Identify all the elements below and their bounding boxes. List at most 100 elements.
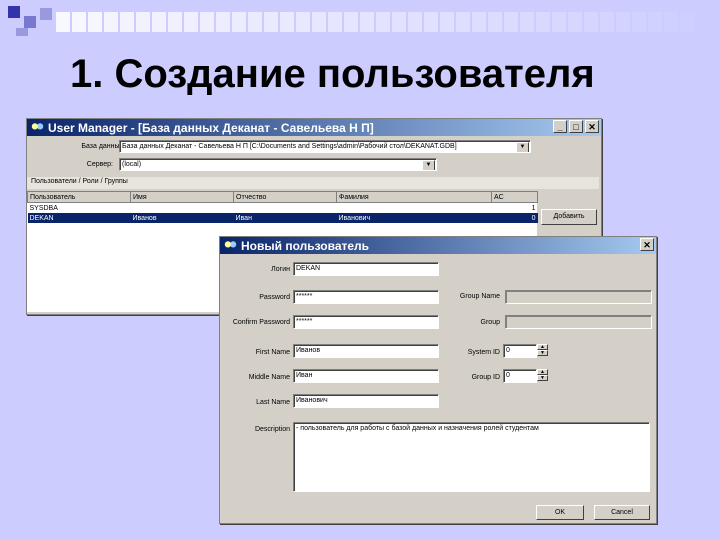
main-window-titlebar[interactable]: User Manager - [База данных Деканат - Са… <box>27 119 601 136</box>
system-id-spinner[interactable]: ▲ ▼ <box>537 344 548 357</box>
deco-stripe <box>424 12 438 32</box>
confirm-password-field[interactable]: ****** <box>293 315 439 329</box>
grid-header-row: Пользователь Имя Отчество Фамилия AC <box>27 191 538 203</box>
deco-stripe <box>440 12 454 32</box>
deco-stripe <box>408 12 422 32</box>
cell: SYSDBA <box>29 204 58 212</box>
cell: Иван <box>233 213 337 223</box>
dialog-close-button[interactable]: ✕ <box>640 238 654 251</box>
deco-stripe <box>72 12 86 32</box>
column-header[interactable]: Имя <box>130 191 234 203</box>
cell <box>337 203 492 214</box>
description-field[interactable]: - пользователь для работы с базой данных… <box>293 422 650 492</box>
cancel-button[interactable]: Cancel <box>594 505 650 520</box>
deco-stripe <box>680 12 694 32</box>
deco-stripe <box>584 12 598 32</box>
deco-stripe <box>312 12 326 32</box>
middle-name-field[interactable]: Иван <box>293 369 439 383</box>
deco-stripe <box>184 12 198 32</box>
table-row[interactable]: SYSDBA 1 <box>28 203 538 214</box>
maximize-button[interactable]: □ <box>569 120 583 133</box>
cell: Иванович <box>336 213 492 223</box>
group-id-spinner[interactable]: ▲ ▼ <box>537 369 548 382</box>
column-header[interactable]: Фамилия <box>336 191 492 203</box>
cell <box>234 203 337 214</box>
db-select[interactable]: База данных Деканат - Савельева Н П [C:\… <box>119 140 531 153</box>
column-header[interactable]: Отчество <box>233 191 337 203</box>
table-row-selected[interactable]: DEKAN Иванов Иван Иванович 0 <box>27 213 538 223</box>
deco-stripe <box>472 12 486 32</box>
tab-users[interactable]: Пользователи / Роли / Группы <box>31 178 128 185</box>
login-label: Логин <box>271 266 290 273</box>
deco-stripe <box>280 12 294 32</box>
ok-button[interactable]: OK <box>536 505 584 520</box>
close-button[interactable]: ✕ <box>585 120 599 133</box>
deco-stripe <box>600 12 614 32</box>
deco-stripe <box>104 12 118 32</box>
chevron-down-icon[interactable]: ▼ <box>422 160 435 170</box>
group-id-field[interactable]: 0 <box>503 369 537 383</box>
dialog-titlebar[interactable]: Новый пользователь ✕ <box>220 237 656 254</box>
deco-stripe <box>520 12 534 32</box>
login-field[interactable]: DEKAN <box>293 262 439 276</box>
system-id-label: System ID <box>467 349 500 356</box>
system-id-field[interactable]: 0 <box>503 344 537 358</box>
group-field <box>505 315 652 329</box>
group-name-label: Group Name <box>459 293 500 300</box>
deco-stripe <box>168 12 182 32</box>
cell: DEKAN <box>27 213 131 223</box>
last-name-field[interactable]: Иванович <box>293 394 439 408</box>
deco-stripe <box>536 12 550 32</box>
new-user-dialog: Новый пользователь ✕ Логин DEKAN Passwor… <box>219 236 657 524</box>
chevron-down-icon[interactable]: ▼ <box>516 142 529 152</box>
deco-stripe <box>648 12 662 32</box>
deco-stripe <box>568 12 582 32</box>
db-label: База данных: <box>81 143 125 150</box>
deco-stripe <box>88 12 102 32</box>
deco-stripe <box>200 12 214 32</box>
add-user-button[interactable]: Добавить <box>541 209 597 225</box>
last-name-label: Last Name <box>256 399 290 406</box>
decorative-squares <box>8 6 694 36</box>
deco-stripe <box>376 12 390 32</box>
deco-stripe <box>392 12 406 32</box>
deco-stripe <box>296 12 310 32</box>
deco-stripe <box>264 12 278 32</box>
password-label: Password <box>259 294 290 301</box>
deco-stripe <box>56 12 70 32</box>
deco-stripe <box>344 12 358 32</box>
deco-stripe <box>232 12 246 32</box>
group-id-label: Group ID <box>471 374 500 381</box>
server-select[interactable]: (local) ▼ <box>119 158 437 171</box>
deco-stripe <box>552 12 566 32</box>
server-label: Сервер: <box>86 161 113 168</box>
deco-stripe <box>360 12 374 32</box>
column-header[interactable]: Пользователь <box>27 191 131 203</box>
middle-name-label: Middle Name <box>248 374 290 381</box>
first-name-label: First Name <box>255 349 290 356</box>
server-select-value: (local) <box>122 161 142 168</box>
cell: Иванов <box>130 213 234 223</box>
description-label: Description <box>254 426 290 433</box>
deco-stripe <box>488 12 502 32</box>
group-label: Group <box>480 319 500 326</box>
deco-stripe <box>328 12 342 32</box>
cell <box>131 203 234 214</box>
password-field[interactable]: ****** <box>293 290 439 304</box>
minimize-button[interactable]: _ <box>553 120 567 133</box>
deco-stripe <box>136 12 150 32</box>
group-name-field <box>505 290 652 304</box>
main-window-title: User Manager - [База данных Деканат - Са… <box>48 120 374 135</box>
tab-bar: Пользователи / Роли / Группы <box>27 177 599 189</box>
db-select-value: База данных Деканат - Савельева Н П [C:\… <box>122 143 457 150</box>
confirm-password-label: Confirm Password <box>232 319 290 326</box>
first-name-field[interactable]: Иванов <box>293 344 439 358</box>
cell: 1 <box>531 204 536 212</box>
deco-stripe <box>456 12 470 32</box>
dialog-icon <box>224 240 237 251</box>
deco-stripe <box>152 12 166 32</box>
column-header[interactable]: AC <box>491 191 538 203</box>
dialog-title: Новый пользователь <box>241 238 370 253</box>
deco-stripe <box>632 12 646 32</box>
deco-stripe <box>216 12 230 32</box>
